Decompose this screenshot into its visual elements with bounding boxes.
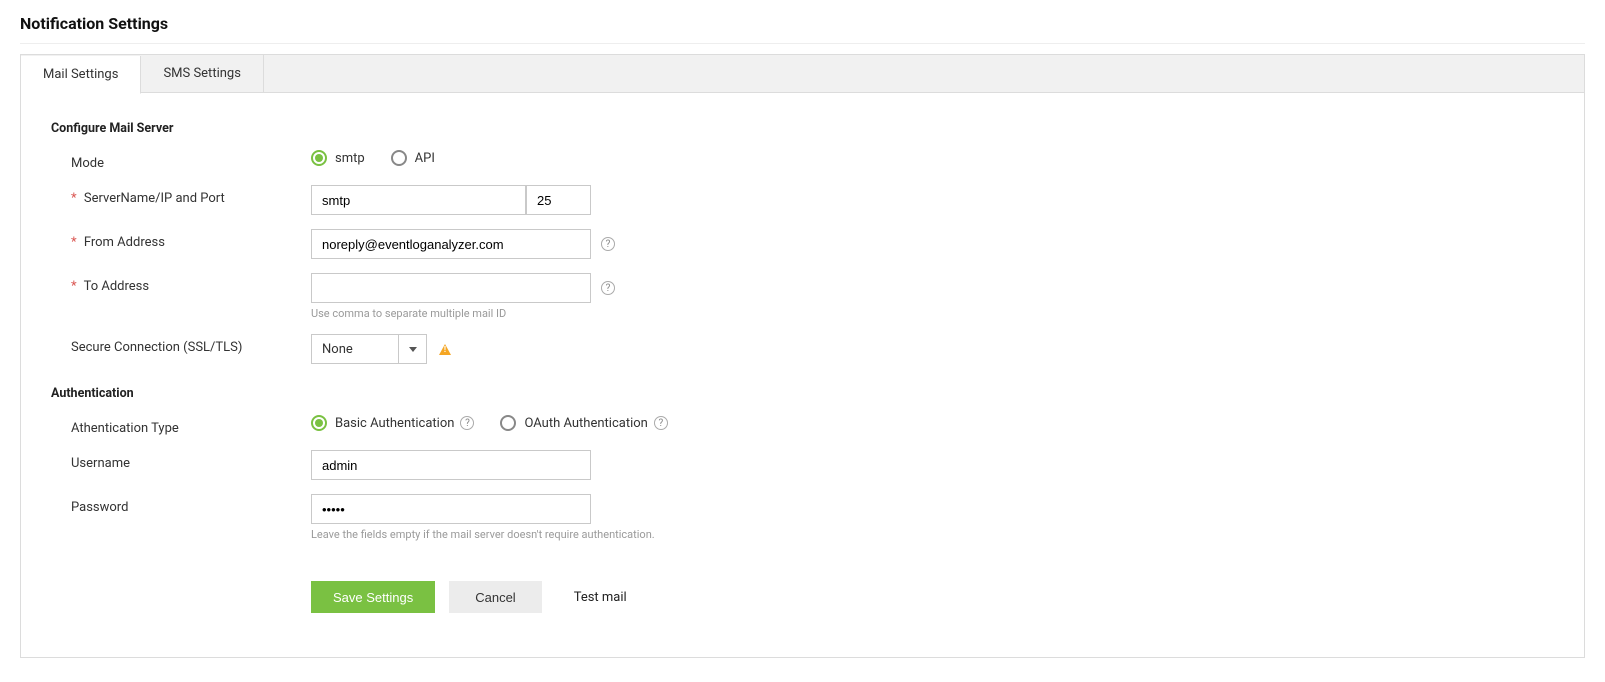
radio-label: API <box>415 151 435 166</box>
chevron-down-icon[interactable] <box>398 335 426 363</box>
radio-label: Basic Authentication <box>335 416 454 431</box>
required-marker: * <box>71 279 77 294</box>
required-marker: * <box>71 191 77 206</box>
settings-panel: Mail Settings SMS Settings Configure Mai… <box>20 54 1585 658</box>
secure-connection-select[interactable]: None <box>311 334 427 364</box>
radio-auth-oauth[interactable]: OAuth Authentication ? <box>500 415 667 431</box>
server-port-input[interactable] <box>526 185 591 215</box>
help-icon[interactable]: ? <box>601 281 615 295</box>
radio-label: OAuth Authentication <box>524 416 647 431</box>
radio-mode-smtp[interactable]: smtp <box>311 150 365 166</box>
label-text: ServerName/IP and Port <box>84 191 225 206</box>
tab-mail-settings[interactable]: Mail Settings <box>21 56 141 94</box>
label-mode: Mode <box>51 150 311 171</box>
required-marker: * <box>71 235 77 250</box>
tab-content: Configure Mail Server Mode smtp API * Se… <box>21 93 1584 657</box>
password-input[interactable] <box>311 494 591 524</box>
section-authentication: Authentication <box>51 386 1554 401</box>
from-address-input[interactable] <box>311 229 591 259</box>
cancel-button[interactable]: Cancel <box>449 581 541 613</box>
auth-hint: Leave the fields empty if the mail serve… <box>311 528 731 541</box>
radio-icon <box>500 415 516 431</box>
radio-icon <box>391 150 407 166</box>
help-icon[interactable]: ? <box>601 237 615 251</box>
radio-icon <box>311 415 327 431</box>
label-password: Password <box>51 494 311 515</box>
label-server-port: * ServerName/IP and Port <box>51 185 311 206</box>
radio-label: smtp <box>335 151 365 166</box>
to-address-input[interactable] <box>311 273 591 303</box>
label-from-address: * From Address <box>51 229 311 250</box>
radio-icon <box>311 150 327 166</box>
select-value: None <box>312 335 398 363</box>
label-username: Username <box>51 450 311 471</box>
label-auth-type: Athentication Type <box>51 415 311 436</box>
radio-mode-api[interactable]: API <box>391 150 435 166</box>
label-secure-connection: Secure Connection (SSL/TLS) <box>51 334 311 355</box>
page-title: Notification Settings <box>20 10 1585 44</box>
warning-icon <box>439 344 451 355</box>
to-address-hint: Use comma to separate multiple mail ID <box>311 307 615 320</box>
test-mail-link[interactable]: Test mail <box>574 590 627 605</box>
label-to-address: * To Address <box>51 273 311 294</box>
help-icon[interactable]: ? <box>654 416 668 430</box>
label-text: From Address <box>84 235 165 250</box>
radio-auth-basic[interactable]: Basic Authentication ? <box>311 415 474 431</box>
help-icon[interactable]: ? <box>460 416 474 430</box>
section-mail-server: Configure Mail Server <box>51 121 1554 136</box>
label-text: To Address <box>84 279 150 294</box>
tab-sms-settings[interactable]: SMS Settings <box>141 55 263 92</box>
tabs: Mail Settings SMS Settings <box>21 55 1584 93</box>
save-button[interactable]: Save Settings <box>311 581 435 613</box>
username-input[interactable] <box>311 450 591 480</box>
server-name-input[interactable] <box>311 185 526 215</box>
